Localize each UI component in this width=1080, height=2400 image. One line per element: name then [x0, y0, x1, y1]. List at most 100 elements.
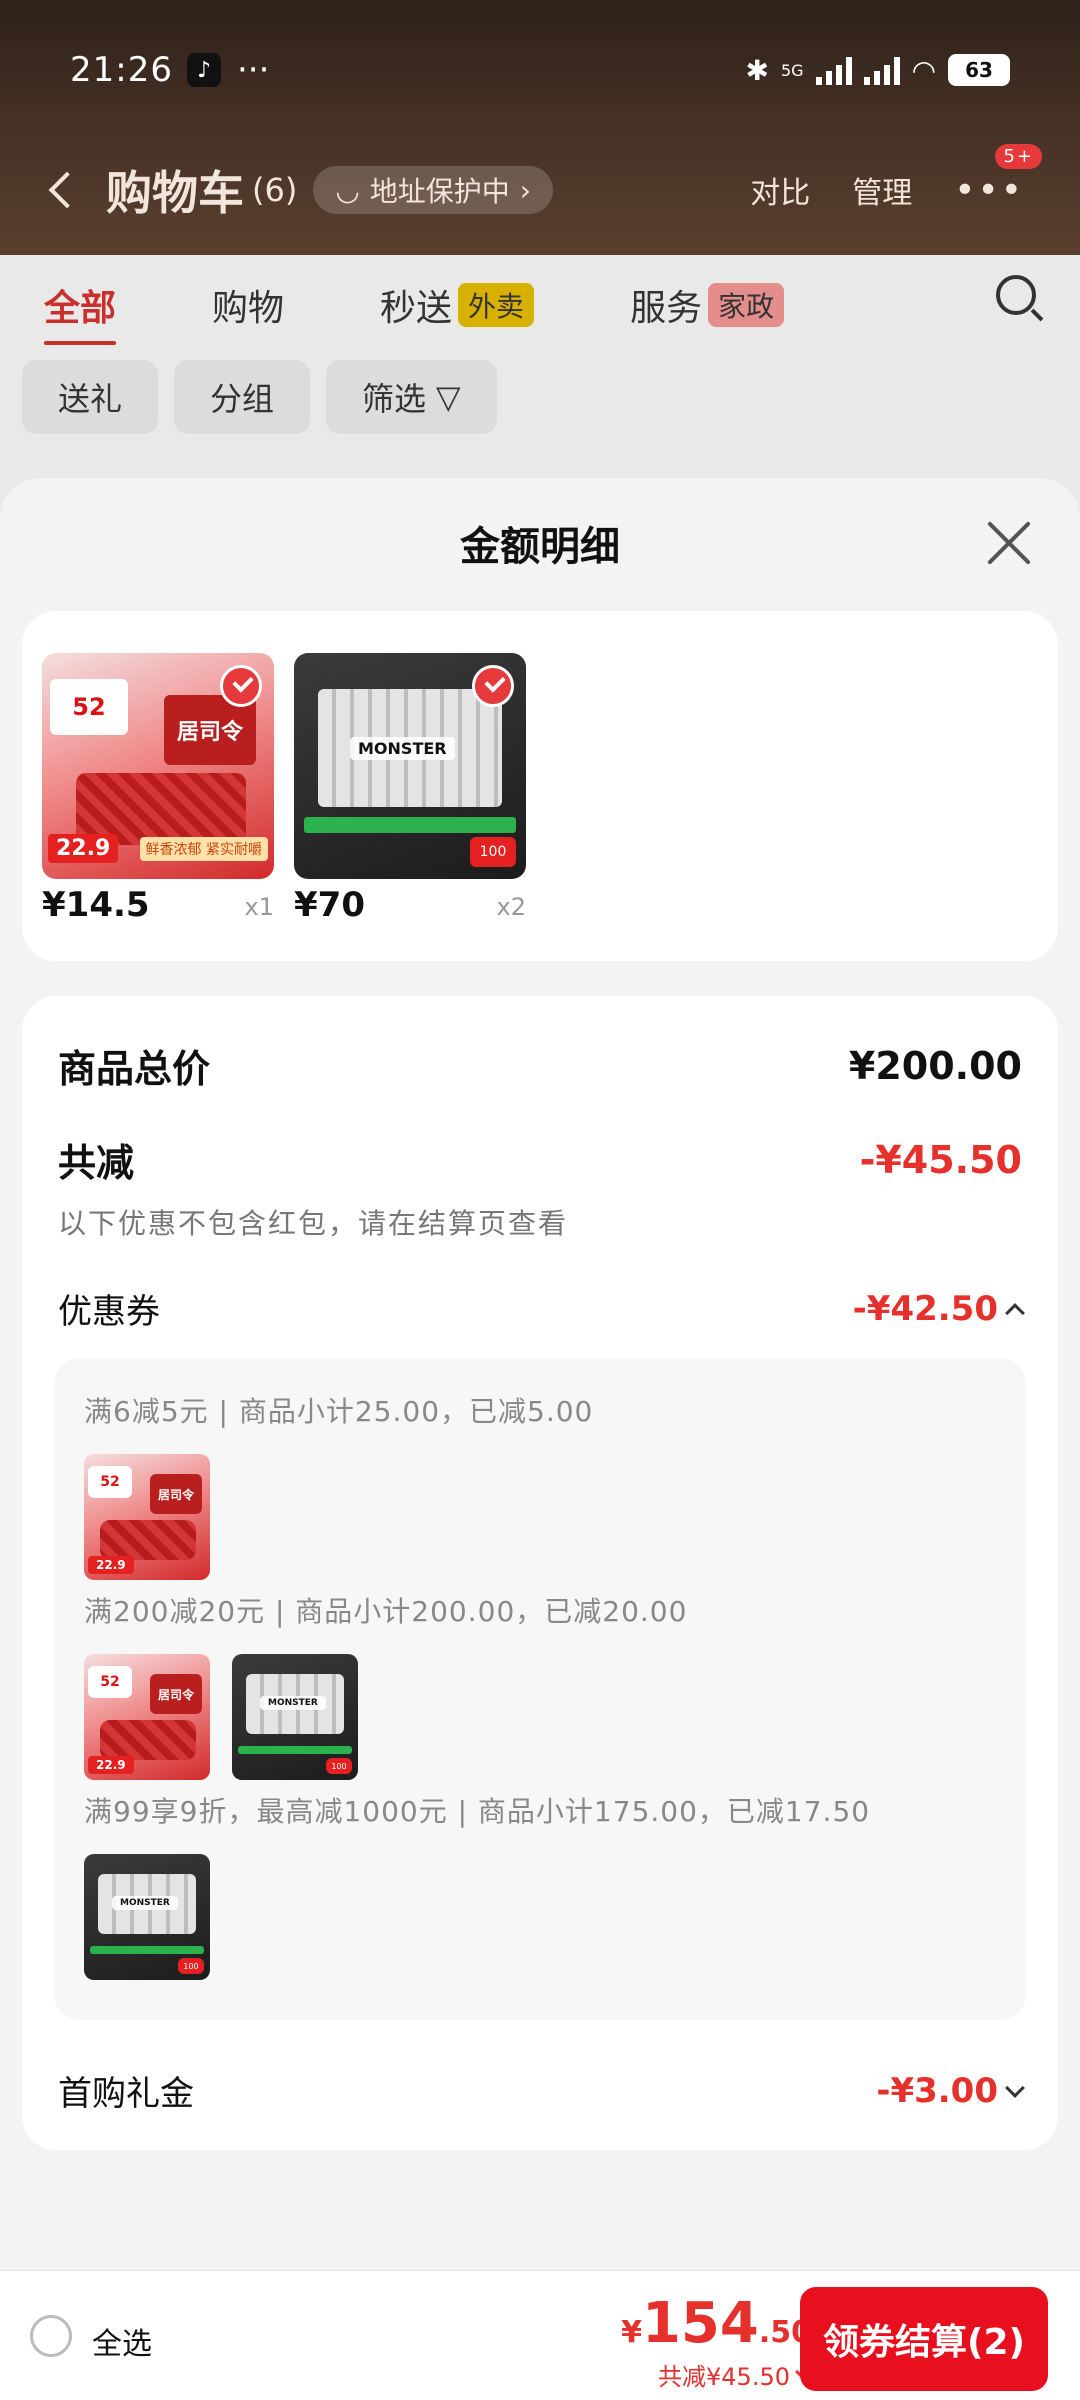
tab-all[interactable]: 全部 [44, 279, 117, 345]
product-image-jerky: 52 居司令 22.9 鲜香浓郁 紧实耐嚼 [42, 653, 274, 879]
coupon-product-thumb: 52 居司令 22.9 [84, 1454, 210, 1580]
product-item[interactable]: 52 居司令 22.9 鲜香浓郁 紧实耐嚼 ¥14.5 x1 [42, 653, 274, 925]
product-badge: 52 [88, 1666, 132, 1698]
product-qty: x2 [496, 893, 526, 921]
product-brand: MONSTER [260, 1696, 326, 1710]
search-icon[interactable] [996, 275, 1036, 315]
product-badge: 52 [50, 679, 128, 735]
filter-icon: ▽ [436, 378, 461, 416]
signal-icon-2 [863, 55, 900, 85]
discount-row: 共减 -¥45.50 [58, 1132, 1022, 1187]
coupon-product-thumb: 52 居司令 22.9 [84, 1654, 210, 1780]
manage-button[interactable]: 管理 [852, 168, 912, 212]
price-integer: 154 [641, 2291, 759, 2356]
tab-instant-delivery[interactable]: 秒送 外卖 [380, 279, 535, 331]
select-all-label[interactable]: 全选 [92, 2319, 152, 2363]
discount-note: 以下优惠不包含红包，请在结算页查看 [58, 1207, 569, 1240]
status-time: 21:26 [70, 50, 173, 90]
back-icon[interactable] [48, 171, 86, 209]
discount-value: -¥45.50 [859, 1137, 1022, 1182]
chip-gift[interactable]: 送礼 [22, 360, 159, 434]
product-badge: 100 [470, 837, 516, 867]
tab-tag: 家政 [708, 283, 785, 327]
selected-products-card: 52 居司令 22.9 鲜香浓郁 紧实耐嚼 ¥14.5 x1 MONSTER 1… [22, 611, 1058, 961]
coupon-row[interactable]: 优惠券 -¥42.50 [58, 1284, 1025, 1333]
product-price: ¥14.5 [42, 885, 150, 925]
product-qty: x1 [244, 893, 274, 921]
product-badge: 52 [88, 1466, 132, 1498]
promo-strip [90, 1946, 204, 1954]
product-item[interactable]: MONSTER 100 ¥70 x2 [294, 653, 526, 925]
tab-services[interactable]: 服务 家政 [630, 279, 785, 331]
product-brand: MONSTER [350, 737, 455, 760]
tab-label: 购物 [212, 288, 285, 329]
chevron-down-icon [1005, 2077, 1025, 2098]
bluetooth-icon: ✱ [745, 53, 769, 87]
chip-label: 筛选 [362, 380, 427, 418]
select-all-radio[interactable] [30, 2315, 72, 2357]
total-label: 商品总价 [58, 1047, 211, 1091]
product-badge: 100 [326, 1758, 352, 1774]
first-gift-label: 首购礼金 [58, 2074, 194, 2114]
coupon-value-wrap: -¥42.50 [852, 1288, 1025, 1329]
coupon-product-thumb: MONSTER 100 [84, 1854, 210, 1980]
final-total-price: ¥ 154 .50 [621, 2291, 812, 2356]
discount-summary-text: 共减¥45.50 [658, 2363, 790, 2391]
compare-button[interactable]: 对比 [750, 168, 810, 212]
checkout-bar: 全选 ¥ 154 .50 共减¥45.50 领券结算(2) [0, 2270, 1080, 2400]
product-image-monster: MONSTER 100 [294, 653, 526, 879]
product-brand: MONSTER [112, 1896, 178, 1910]
coupon-rule: 满200减20元 | 商品小计200.00，已减20.00 [84, 1595, 688, 1628]
signal-icon [815, 55, 852, 85]
coupon-label: 优惠券 [58, 1292, 160, 1332]
coupon-details: 满6减5元 | 商品小计25.00，已减5.00 52 居司令 22.9 满20… [54, 1358, 1026, 2020]
chip-label: 分组 [210, 380, 275, 418]
category-tabs: 全部 购物 秒送 外卖 服务 家政 [0, 265, 1080, 345]
cart-count: (6) [252, 171, 298, 209]
tab-shopping[interactable]: 购物 [212, 279, 284, 331]
first-gift-row[interactable]: 首购礼金 -¥3.00 [58, 2066, 1025, 2115]
tab-label: 全部 [44, 288, 117, 329]
chip-label: 送礼 [58, 380, 123, 418]
coupon-rule: 满99享9折，最高减1000元 | 商品小计175.00，已减17.50 [84, 1795, 871, 1828]
message-badge: 5+ [995, 143, 1042, 169]
chevron-right-icon: › [519, 173, 531, 207]
product-tag-price: 22.9 [88, 1556, 134, 1574]
chip-filter[interactable]: 筛选 ▽ [326, 360, 497, 434]
address-protection-label: 地址保护中 [369, 175, 510, 208]
total-value: ¥200.00 [848, 1043, 1022, 1088]
more-dots-icon: ••• [954, 169, 1024, 211]
more-menu-button[interactable]: ••• 5+ [954, 143, 1042, 211]
promo-strip [238, 1746, 352, 1754]
close-icon[interactable] [986, 520, 1032, 566]
coupon-value: -¥42.50 [852, 1288, 998, 1329]
coupon-rule: 满6减5元 | 商品小计25.00，已减5.00 [84, 1395, 594, 1428]
tab-tag: 外卖 [458, 283, 535, 327]
product-tag-price: 22.9 [88, 1756, 134, 1774]
checked-icon[interactable] [472, 665, 514, 707]
price-details-card: 商品总价 ¥200.00 共减 -¥45.50 以下优惠不包含红包，请在结算页查… [22, 996, 1058, 2150]
checked-icon[interactable] [220, 665, 262, 707]
tiktok-icon: ♪ [186, 53, 221, 87]
discount-label: 共减 [58, 1141, 135, 1185]
more-notifications-icon: ··· [236, 50, 270, 90]
filter-chips: 送礼 分组 筛选 ▽ [22, 360, 497, 434]
shield-icon: ◡ [335, 173, 360, 207]
jerky-graphic [100, 1520, 196, 1560]
first-gift-value: -¥3.00 [876, 2070, 998, 2111]
jerky-graphic [100, 1720, 196, 1760]
promo-strip [304, 817, 516, 833]
chevron-up-icon [1005, 1302, 1025, 1323]
total-row: 商品总价 ¥200.00 [58, 1038, 1022, 1093]
chip-group[interactable]: 分组 [174, 360, 311, 434]
product-brand: 居司令 [150, 1674, 202, 1714]
wifi-icon: ◠ [911, 53, 936, 87]
page-title: 购物车 [106, 166, 244, 220]
first-gift-value-wrap: -¥3.00 [876, 2070, 1025, 2111]
product-badge: 100 [178, 1958, 204, 1974]
address-protection-pill[interactable]: ◡ 地址保护中 › [313, 166, 553, 214]
tab-label: 秒送 [380, 288, 453, 329]
tab-label: 服务 [630, 288, 703, 329]
discount-summary[interactable]: 共减¥45.50 [658, 2357, 815, 2392]
checkout-button[interactable]: 领券结算(2) [800, 2287, 1048, 2391]
